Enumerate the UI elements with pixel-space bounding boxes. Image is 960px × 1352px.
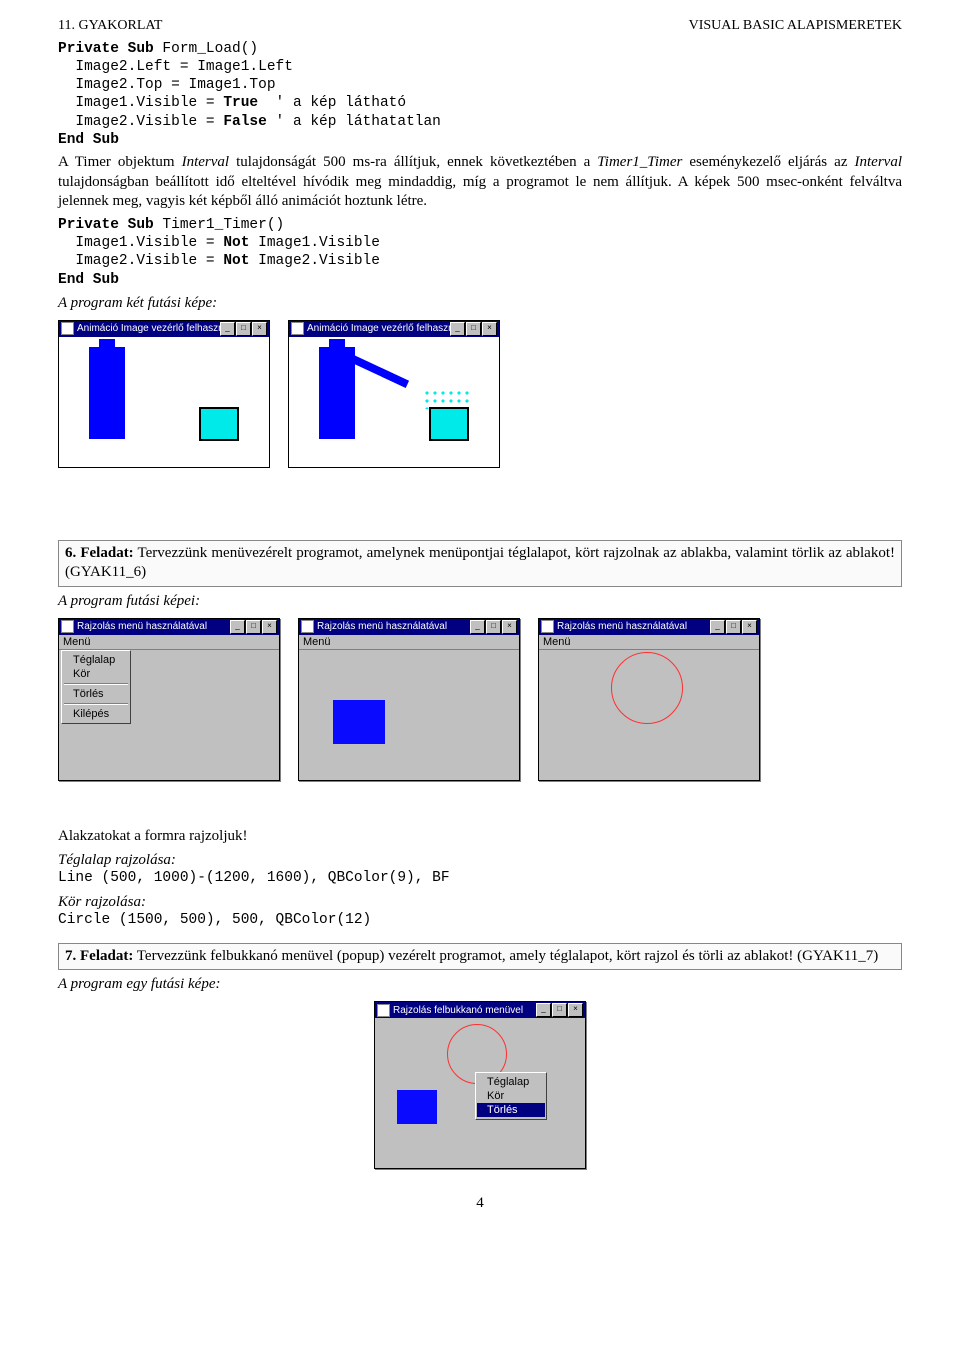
circle-title: Kör rajzolása: <box>58 894 902 911</box>
window-icon <box>291 322 304 335</box>
window-title: Rajzolás menü használatával <box>77 621 207 632</box>
close-icon[interactable]: × <box>252 322 267 336</box>
window-title: Rajzolás felbukkanó menüvel <box>393 1005 523 1016</box>
paragraph-timer: A Timer objektum Interval tulajdonságát … <box>58 153 902 212</box>
code-block-timer: Private Sub Timer1_Timer() Image1.Visibl… <box>58 216 902 289</box>
minimize-icon[interactable]: _ <box>230 620 245 634</box>
maximize-icon[interactable]: □ <box>552 1003 567 1017</box>
menu-button[interactable]: Menü <box>303 636 331 648</box>
close-icon[interactable]: × <box>262 620 277 634</box>
close-icon[interactable]: × <box>502 620 517 634</box>
hose-shape <box>351 355 409 388</box>
window-icon <box>541 620 554 633</box>
runtime-caption-2: A program futási képei: <box>58 593 902 610</box>
minimize-icon[interactable]: _ <box>536 1003 551 1017</box>
code-rect: Line (500, 1000)-(1200, 1600), QBColor(9… <box>58 869 902 887</box>
extinguisher-shape <box>319 347 355 439</box>
window-icon <box>301 620 314 633</box>
window-icon <box>61 322 74 335</box>
maximize-icon[interactable]: □ <box>726 620 741 634</box>
window-title: Animáció Image vezérlő felhasználásával <box>77 323 220 334</box>
screenshot-draw-rectangle: Rajzolás menü használatával _□× Menü <box>298 618 520 781</box>
menu-button[interactable]: Menü <box>543 636 571 648</box>
dropdown-menu: Téglalap Kör Törlés Kilépés <box>61 650 131 724</box>
window-title: Rajzolás menü használatával <box>317 621 447 632</box>
bucket-shape <box>429 407 469 441</box>
header-right: VISUAL BASIC ALAPISMERETEK <box>689 18 902 34</box>
blue-rectangle <box>397 1090 437 1124</box>
menu-separator <box>64 703 128 705</box>
task-7-box: 7. Feladat: Tervezzünk felbukkanó menüve… <box>58 943 902 971</box>
code-block-formload: Private Sub Form_Load() Image2.Left = Im… <box>58 40 902 149</box>
red-circle <box>611 652 683 724</box>
window-title: Rajzolás menü használatával <box>557 621 687 632</box>
rect-title: Téglalap rajzolása: <box>58 852 902 869</box>
screenshot-anim-frame1: Animáció Image vezérlő felhasználásával_… <box>58 320 270 468</box>
maximize-icon[interactable]: □ <box>486 620 501 634</box>
menu-item-rectangle[interactable]: Téglalap <box>63 653 129 667</box>
minimize-icon[interactable]: _ <box>220 322 235 336</box>
screenshot-popup-menu: Rajzolás felbukkanó menüvel _□× Téglalap … <box>374 1001 586 1169</box>
page-number: 4 <box>58 1195 902 1212</box>
screenshot-draw-menu-open: Rajzolás menü használatával _□× Menü Tégl… <box>58 618 280 781</box>
popup-item-rectangle[interactable]: Téglalap <box>477 1075 545 1089</box>
popup-item-clear[interactable]: Törlés <box>477 1103 545 1117</box>
maximize-icon[interactable]: □ <box>466 322 481 336</box>
popup-menu: Téglalap Kör Törlés <box>475 1072 547 1120</box>
popup-item-circle[interactable]: Kör <box>477 1089 545 1103</box>
menu-item-circle[interactable]: Kör <box>63 667 129 681</box>
maximize-icon[interactable]: □ <box>246 620 261 634</box>
minimize-icon[interactable]: _ <box>470 620 485 634</box>
code-circle: Circle (1500, 500), 500, QBColor(12) <box>58 911 902 929</box>
shapes-note: Alakzatokat a formra rajzoljuk! <box>58 827 902 847</box>
bucket-shape <box>199 407 239 441</box>
menu-item-clear[interactable]: Törlés <box>63 687 129 701</box>
close-icon[interactable]: × <box>482 322 497 336</box>
menu-button[interactable]: Menü <box>63 636 91 648</box>
header-left: 11. GYAKORLAT <box>58 18 162 34</box>
minimize-icon[interactable]: _ <box>450 322 465 336</box>
close-icon[interactable]: × <box>568 1003 583 1017</box>
task-6-box: 6. Feladat: Tervezzünk menüvezérelt prog… <box>58 540 902 587</box>
runtime-caption-1: A program két futási képe: <box>58 295 902 312</box>
runtime-caption-3: A program egy futási képe: <box>58 976 902 993</box>
maximize-icon[interactable]: □ <box>236 322 251 336</box>
window-title: Animáció Image vezérlő felhasználásával <box>307 323 450 334</box>
close-icon[interactable]: × <box>742 620 757 634</box>
menu-item-exit[interactable]: Kilépés <box>63 707 129 721</box>
extinguisher-shape <box>89 347 125 439</box>
screenshot-draw-circle: Rajzolás menü használatával _□× Menü <box>538 618 760 781</box>
window-icon <box>61 620 74 633</box>
minimize-icon[interactable]: _ <box>710 620 725 634</box>
splash-shape <box>423 389 471 409</box>
blue-rectangle <box>333 700 385 744</box>
menu-separator <box>64 683 128 685</box>
screenshot-anim-frame2: Animáció Image vezérlő felhasználásával_… <box>288 320 500 468</box>
window-icon <box>377 1004 390 1017</box>
